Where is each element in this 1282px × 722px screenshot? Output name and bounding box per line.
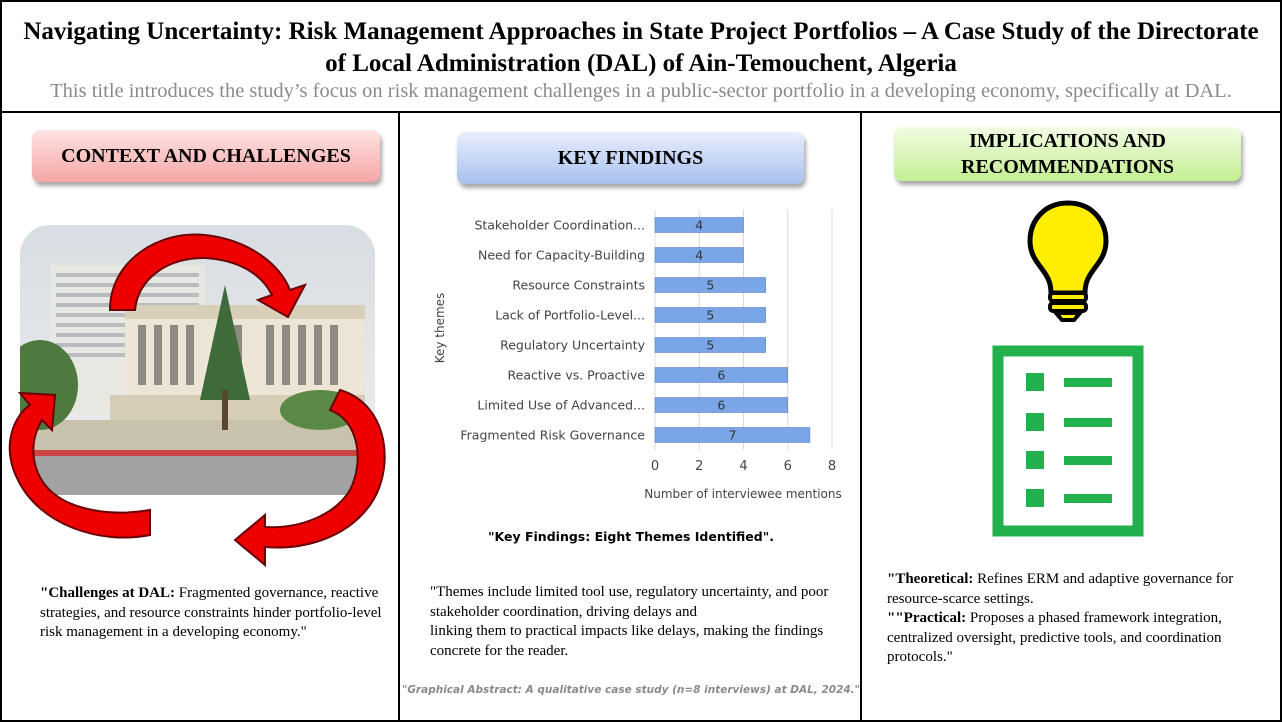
findings-text-line2: linking them to practical impacts like d… <box>430 623 824 659</box>
y-axis-label: Key themes <box>433 293 447 364</box>
graphical-abstract-note: "Graphical Abstract: A qualitative case … <box>401 684 861 696</box>
theoretical-implication: "Theoretical: Refines ERM and adaptive g… <box>887 570 1262 609</box>
data-label: 6 <box>717 398 725 413</box>
key-findings-caption: "Key Findings: Eight Themes Identified". <box>488 529 774 544</box>
x-axis-label: Number of interviewee mentions <box>644 487 842 501</box>
data-label: 5 <box>706 278 714 293</box>
category-label: Fragmented Risk Governance <box>460 428 645 443</box>
findings-text: "Themes include limited tool use, regula… <box>430 583 840 661</box>
category-label: Resource Constraints <box>512 278 645 293</box>
data-label: 4 <box>695 218 703 233</box>
category-label: Stakeholder Coordination... <box>474 218 645 233</box>
x-tick-label: 4 <box>739 459 747 474</box>
category-label: Limited Use of Advanced... <box>477 398 645 413</box>
header-divider <box>0 111 1282 113</box>
cycle-arrows <box>8 233 386 568</box>
data-label: 7 <box>728 428 736 443</box>
data-label: 5 <box>706 338 714 353</box>
context-heading: CONTEXT AND CHALLENGES <box>32 130 380 182</box>
category-label: Lack of Portfolio-Level... <box>495 308 645 323</box>
data-label: 6 <box>717 368 725 383</box>
x-tick-label: 6 <box>784 459 792 474</box>
lightbulb-icon <box>1027 200 1109 322</box>
implications-heading: IMPLICATIONS AND RECOMMENDATIONS <box>894 127 1241 181</box>
page-title: Navigating Uncertainty: Risk Management … <box>23 18 1259 77</box>
x-tick-label: 8 <box>828 459 836 474</box>
x-tick-label: 2 <box>695 459 703 474</box>
page-subtitle: This title introduces the study’s focus … <box>50 80 1232 102</box>
data-label: 4 <box>695 248 703 263</box>
practical-lead: ""Practical: <box>887 610 967 626</box>
practical-implication: ""Practical: Proposes a phased framework… <box>887 609 1262 668</box>
key-themes-bar-chart: Key themes Number of interviewee mention… <box>433 210 842 501</box>
data-label: 5 <box>706 308 714 323</box>
implications-text: "Theoretical: Refines ERM and adaptive g… <box>887 570 1262 668</box>
context-text: "Challenges at DAL: Fragmented governanc… <box>40 584 385 643</box>
category-label: Reactive vs. Proactive <box>508 368 646 383</box>
category-label: Need for Capacity-Building <box>478 248 645 263</box>
theoretical-lead: "Theoretical: <box>887 571 974 587</box>
x-tick-label: 0 <box>651 459 659 474</box>
column-divider-right <box>860 112 862 722</box>
context-text-lead: "Challenges at DAL: <box>40 585 175 601</box>
findings-text-line1: "Themes include limited tool use, regula… <box>430 584 829 620</box>
key-findings-heading: KEY FINDINGS <box>457 132 804 184</box>
checklist-icon <box>992 345 1144 537</box>
category-label: Regulatory Uncertainty <box>500 338 645 353</box>
